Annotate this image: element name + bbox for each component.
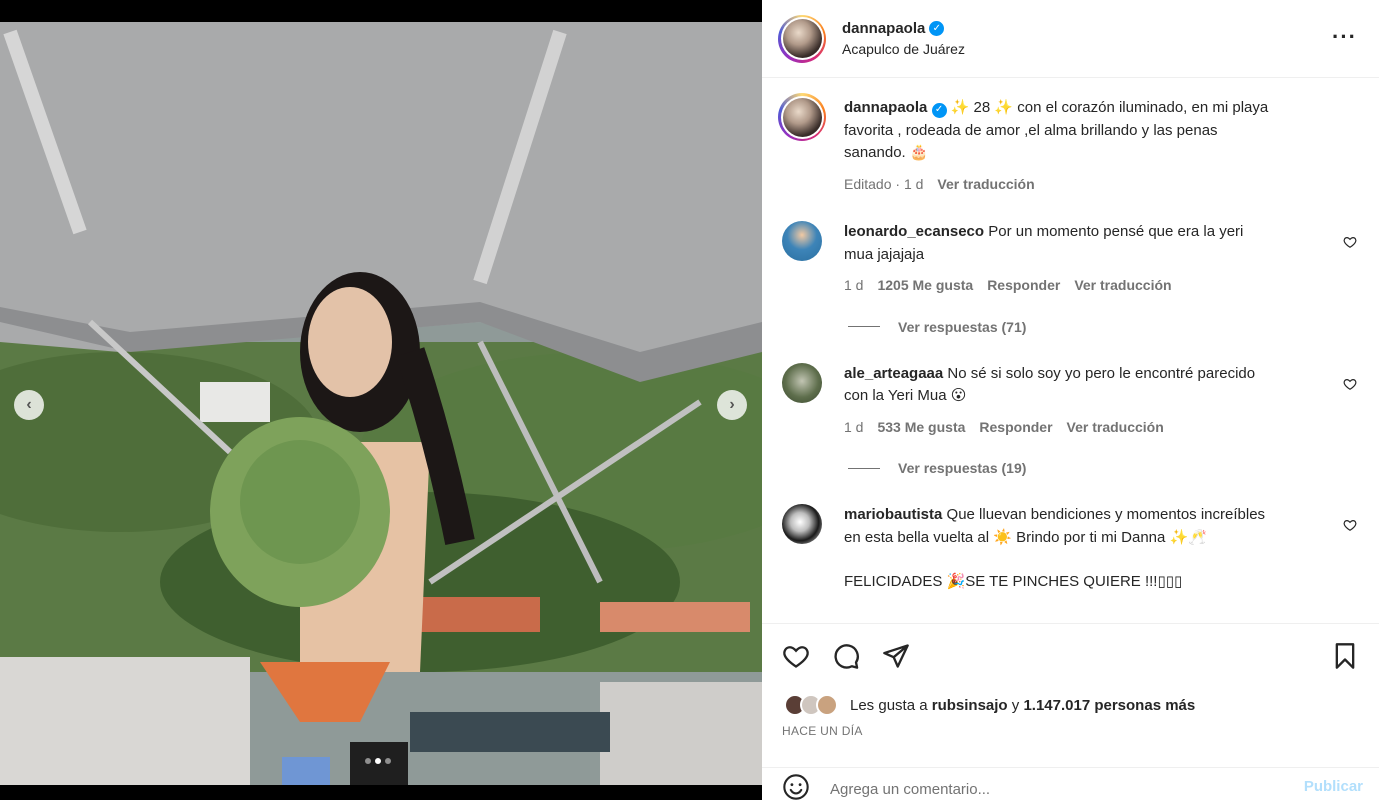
comment-time[interactable]: 1 d: [844, 416, 863, 439]
view-replies-button[interactable]: Ver respuestas (19): [848, 460, 1379, 476]
carousel-dot: [385, 758, 391, 764]
comment-text: Que lluevan bendiciones y momentos incre…: [946, 506, 1266, 523]
commenter-avatar[interactable]: [782, 362, 822, 403]
carousel-dot: [365, 758, 371, 764]
likes-summary: Les gusta a rubsinsajo y 1.147.017 perso…: [784, 694, 1195, 716]
post-actions: Les gusta a rubsinsajo y 1.147.017 perso…: [762, 623, 1379, 767]
carousel-indicator: [365, 758, 391, 764]
save-button[interactable]: [1331, 642, 1359, 675]
verified-badge-icon: ✓: [929, 21, 945, 36]
likes-count-link[interactable]: 1.147.017 personas más: [1023, 697, 1195, 714]
carousel-prev-button[interactable]: ‹: [14, 390, 44, 420]
add-comment-bar: Publicar: [762, 767, 1379, 800]
post-header: dannapaola ✓ Acapulco de Juárez ···: [762, 0, 1379, 78]
comment-text: No sé si solo soy yo pero le encontré pa…: [947, 364, 1256, 382]
caption-text-line: sanando. 🎂: [844, 144, 929, 161]
comment-item: mariobautista Que lluevan bendiciones y …: [762, 504, 1379, 594]
caption-username[interactable]: dannapaola: [844, 99, 927, 116]
caption-text-line: ✨ 28 ✨ con el corazón iluminado, en mi p…: [950, 99, 1269, 116]
carousel-dot-active: [375, 758, 381, 764]
comment-text: mua jajajaja: [844, 245, 925, 263]
verified-badge-icon: ✓: [931, 102, 947, 118]
comment-username[interactable]: ale_arteagaaa: [844, 365, 943, 382]
post-media: ‹ ›: [0, 0, 762, 800]
caption: dannapaola ✓ ✨ 28 ✨ con el corazón ilumi…: [762, 93, 1379, 195]
comment-item: leonardo_ecanseco Por un momento pensé q…: [762, 221, 1379, 297]
like-icon[interactable]: [782, 642, 810, 670]
see-translation-link[interactable]: Ver traducción: [937, 173, 1034, 196]
publish-button[interactable]: Publicar: [1304, 778, 1363, 795]
carousel-next-button[interactable]: ›: [717, 390, 747, 420]
post-sidebar: dannapaola ✓ Acapulco de Juárez ··· dann…: [762, 0, 1379, 800]
liker-username[interactable]: rubsinsajo: [932, 697, 1008, 714]
comments-list: dannapaola ✓ ✨ 28 ✨ con el corazón ilumi…: [762, 79, 1379, 623]
photo-illustration: [0, 22, 762, 785]
comment-likes[interactable]: 1205 Me gusta: [877, 274, 973, 297]
post-location[interactable]: Acapulco de Juárez: [842, 41, 965, 57]
chevron-left-icon: ‹: [26, 396, 32, 413]
reply-button[interactable]: Responder: [987, 274, 1060, 297]
liker-avatars[interactable]: [784, 694, 838, 716]
heart-icon[interactable]: [1343, 377, 1357, 391]
share-icon[interactable]: [882, 642, 910, 670]
edited-label: Editado: [844, 175, 892, 192]
emoji-icon[interactable]: [782, 773, 810, 800]
comment-username[interactable]: leonardo_ecanseco: [844, 223, 984, 240]
more-options-icon[interactable]: ···: [1332, 24, 1357, 50]
reply-button[interactable]: Responder: [979, 416, 1052, 439]
chevron-right-icon: ›: [729, 396, 735, 413]
comment-likes[interactable]: 533 Me gusta: [877, 416, 965, 439]
comment-text: Por un momento pensé que era la yeri: [988, 223, 1244, 240]
bookmark-icon: [1335, 643, 1355, 669]
caption-time[interactable]: 1 d: [904, 176, 923, 192]
see-translation-link[interactable]: Ver traducción: [1074, 274, 1171, 297]
view-replies-button[interactable]: Ver respuestas (71): [848, 319, 1379, 335]
comment-time[interactable]: 1 d: [844, 274, 863, 297]
comment-input[interactable]: [830, 780, 1270, 798]
comment-text: en esta bella vuelta al ☀️ Brindo por ti…: [844, 528, 1207, 546]
comment-text: con la Yeri Mua 😮: [844, 387, 967, 404]
post-time[interactable]: HACE UN DÍA: [782, 724, 863, 738]
author-avatar[interactable]: [778, 14, 826, 63]
comment-item: ale_arteagaaa No sé si solo soy yo pero …: [762, 362, 1379, 439]
caption-text-line: favorita , rodeada de amor ,el alma bril…: [844, 121, 1218, 139]
caption-avatar[interactable]: [778, 93, 826, 141]
heart-icon[interactable]: [1343, 518, 1357, 532]
commenter-avatar[interactable]: [782, 221, 822, 261]
see-translation-link[interactable]: Ver traducción: [1067, 416, 1164, 439]
comment-icon[interactable]: [832, 642, 860, 670]
comment-username[interactable]: mariobautista: [844, 506, 942, 523]
author-username[interactable]: dannapaola: [842, 20, 925, 37]
commenter-avatar[interactable]: [782, 504, 822, 544]
comment-text: FELICIDADES 🎉SE TE PINCHES QUIERE !!!▯▯▯: [844, 573, 1183, 590]
post-photo: [0, 22, 762, 785]
heart-icon[interactable]: [1343, 235, 1357, 249]
